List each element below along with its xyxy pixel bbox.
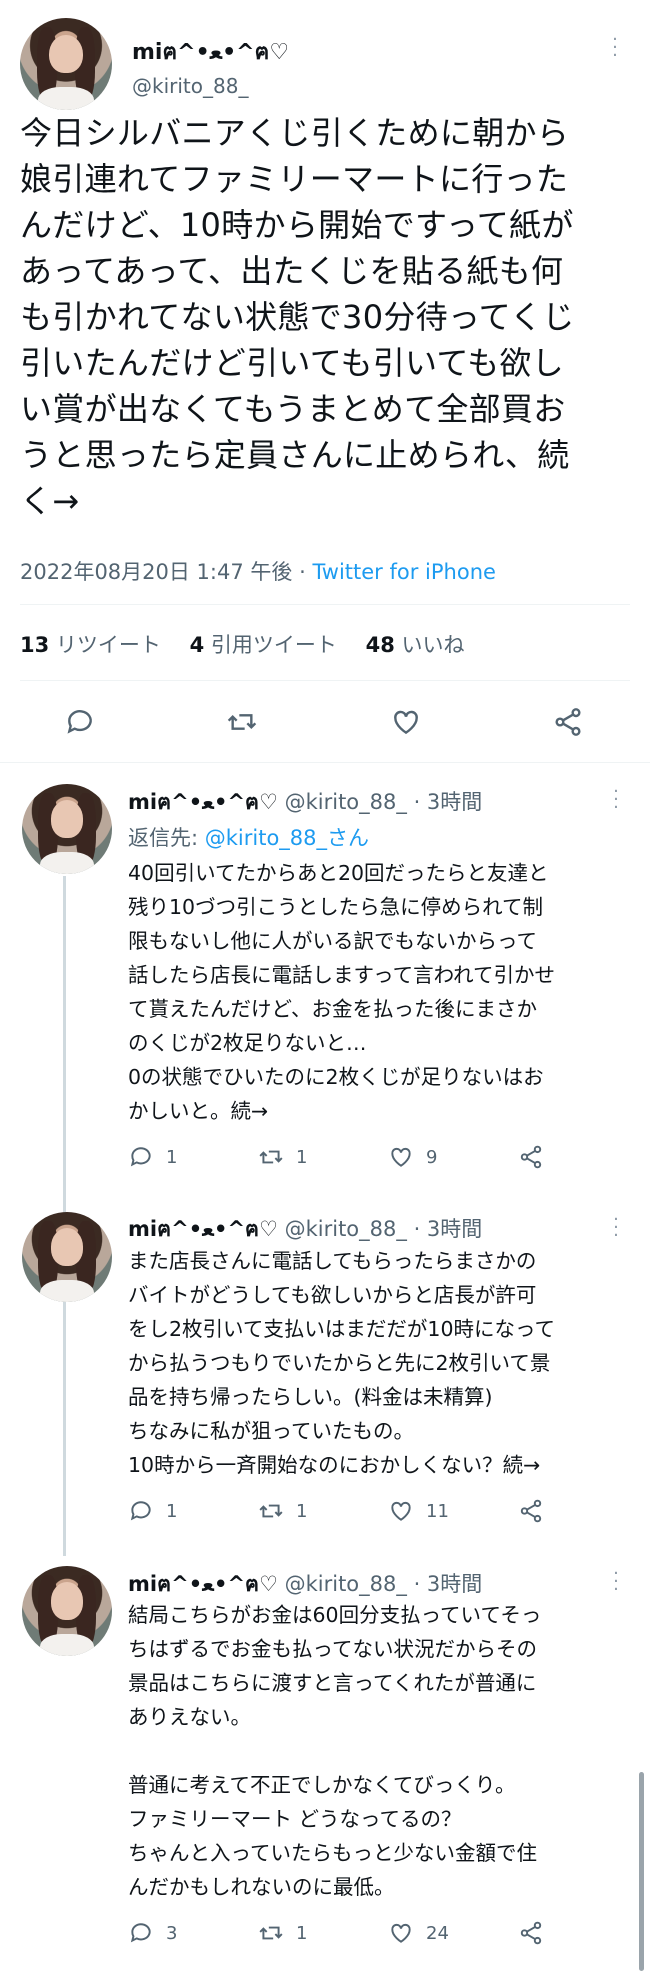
like-icon <box>391 1147 411 1167</box>
avatar[interactable] <box>22 784 112 874</box>
handle[interactable]: @kirito_88_ <box>285 1217 407 1241</box>
retweet-icon <box>259 1504 283 1518</box>
tweet-stats: 13 リツイート 4 引用ツイート 48 いいね <box>20 629 487 659</box>
reply-button[interactable]: 3 <box>128 1918 177 1948</box>
more-options-icon[interactable]: · · · <box>612 1211 620 1245</box>
reply-button[interactable]: 1 <box>128 1496 177 1526</box>
share-icon <box>520 1921 542 1945</box>
reply-icon <box>130 1501 151 1521</box>
retweet-button[interactable]: 1 <box>258 1142 307 1172</box>
retweet-icon[interactable] <box>226 706 258 738</box>
like-button[interactable]: 9 <box>388 1142 437 1172</box>
avatar[interactable] <box>22 1212 112 1302</box>
more-options-icon[interactable]: · · · <box>611 31 619 65</box>
timestamp[interactable]: 2022年08月20日 1:47 午後 <box>20 560 292 584</box>
meta-separator: · <box>292 560 313 584</box>
tweet-text: 40回引いてたからあと20回だったらと友達と 残り10づつ引こうとしたら急に停め… <box>128 861 556 1123</box>
more-options-icon[interactable]: · · · <box>612 1565 620 1599</box>
reply-header: miฅ^•ﻌ•^ฅ♡ @kirito_88_ · 3時間 <box>128 1568 482 1601</box>
timestamp[interactable]: · 3時間 <box>407 790 483 814</box>
like-icon <box>391 1923 411 1943</box>
reply-icon <box>130 1147 151 1167</box>
share-icon[interactable] <box>552 706 584 738</box>
more-options-icon[interactable]: · · · <box>612 783 620 817</box>
retweet-icon <box>259 1926 283 1940</box>
share-button[interactable] <box>518 1496 556 1526</box>
share-button[interactable] <box>518 1142 556 1172</box>
share-button[interactable] <box>518 1918 556 1948</box>
display-name[interactable]: miฅ^•ﻌ•^ฅ♡ <box>128 790 278 814</box>
tweet-text: 今日シルバニアくじ引くために朝から 娘引連れてファミリーマートに行った んだけど… <box>20 114 575 520</box>
reply-header: miฅ^•ﻌ•^ฅ♡ @kirito_88_ · 3時間 <box>128 786 482 819</box>
quotes-stat[interactable]: 4 引用ツイート <box>190 633 337 657</box>
handle[interactable]: @kirito_88_ <box>285 790 407 814</box>
reply-header: miฅ^•ﻌ•^ฅ♡ @kirito_88_ · 3時間 <box>128 1213 482 1246</box>
display-name[interactable]: miฅ^•ﻌ•^ฅ♡ <box>128 1572 278 1596</box>
likes-stat[interactable]: 48 いいね <box>366 633 465 657</box>
handle[interactable]: @kirito_88_ <box>132 74 248 98</box>
display-name[interactable]: miฅ^•ﻌ•^ฅ♡ <box>132 34 289 69</box>
retweets-stat[interactable]: 13 リツイート <box>20 633 161 657</box>
avatar[interactable] <box>22 1566 112 1656</box>
like-icon[interactable] <box>390 706 422 738</box>
reply-icon[interactable] <box>64 706 96 738</box>
source-link[interactable]: Twitter for iPhone <box>312 560 496 584</box>
timestamp[interactable]: · 3時間 <box>407 1572 483 1596</box>
reply-button[interactable]: 1 <box>128 1142 177 1172</box>
reply-icon <box>130 1923 151 1943</box>
like-icon <box>391 1501 411 1521</box>
tweet-text: また店長さんに電話してもらったらまさかの バイトがどうしても欲しいからと店長が許… <box>128 1249 555 1477</box>
share-icon <box>520 1145 542 1169</box>
tweet-text: 結局こちらがお金は60回分支払っていてそっ ちはずるでお金も払ってない状況だから… <box>128 1603 542 1899</box>
replying-to: 返信先: @kirito_88_さん <box>128 826 370 850</box>
mention-link[interactable]: @kirito_88_さん <box>205 826 369 850</box>
retweet-icon <box>259 1150 283 1164</box>
tweet-meta: 2022年08月20日 1:47 午後 · Twitter for iPhone <box>20 556 496 586</box>
avatar[interactable] <box>20 18 112 110</box>
retweet-button[interactable]: 1 <box>258 1918 307 1948</box>
timestamp[interactable]: · 3時間 <box>407 1217 483 1241</box>
display-name[interactable]: miฅ^•ﻌ•^ฅ♡ <box>128 1217 278 1241</box>
retweet-button[interactable]: 1 <box>258 1496 307 1526</box>
like-button[interactable]: 11 <box>388 1496 449 1526</box>
scrollbar[interactable] <box>639 1772 644 1971</box>
share-icon <box>520 1499 542 1523</box>
handle[interactable]: @kirito_88_ <box>285 1572 407 1596</box>
like-button[interactable]: 24 <box>388 1918 449 1948</box>
